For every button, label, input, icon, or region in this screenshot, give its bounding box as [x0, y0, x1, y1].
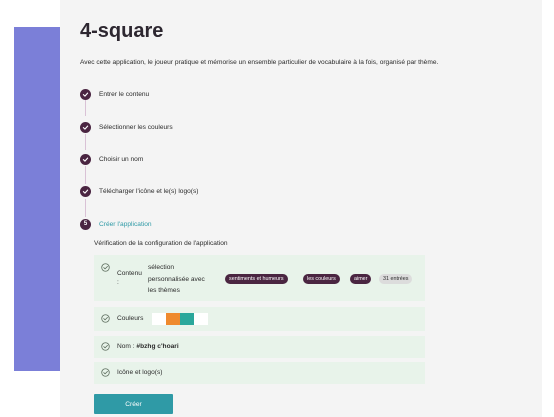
check-circle-outline-icon	[101, 314, 110, 323]
theme-tag: aimer	[350, 274, 372, 284]
content-selection-text: les thèmes	[148, 287, 180, 294]
color-swatch	[152, 313, 166, 325]
step-create-app[interactable]: 5 Créer l'application	[80, 218, 152, 230]
step-select-colors[interactable]: Sélectionner les couleurs	[80, 121, 173, 133]
check-circle-icon	[80, 153, 91, 165]
check-circle-outline-icon	[101, 263, 110, 272]
step-connector	[85, 100, 86, 116]
icons-label: Icône et logo(s)	[117, 369, 163, 376]
step-connector	[85, 199, 86, 217]
content-label-colon: :	[117, 279, 119, 286]
step-enter-content[interactable]: Entrer le contenu	[80, 88, 149, 100]
step-connector	[85, 134, 86, 150]
check-circle-icon	[80, 121, 91, 133]
step-label: Télécharger l'icône et le(s) logo(s)	[99, 187, 199, 195]
step-label: Entrer le contenu	[99, 90, 150, 98]
content-label: Contenu	[117, 270, 142, 277]
left-sidebar-band	[14, 27, 60, 371]
theme-tag: sentiments et humeurs	[225, 274, 288, 284]
step-choose-name[interactable]: Choisir un nom	[80, 153, 143, 165]
check-circle-icon	[80, 185, 91, 197]
step-label: Créer l'application	[99, 220, 152, 228]
page-title: 4-square	[80, 20, 164, 42]
step-number-badge: 5	[80, 218, 91, 230]
step-label: Sélectionner les couleurs	[99, 123, 173, 131]
content-selection-text: sélection	[148, 264, 175, 271]
check-circle-outline-icon	[101, 342, 110, 351]
verification-title: Vérification de la configuration de l'ap…	[94, 240, 228, 247]
content-selection-text: personnalisée avec	[148, 276, 205, 283]
step-number: 5	[83, 221, 88, 227]
name-summary: Nom : #bzhg c'hoari	[117, 343, 179, 350]
color-swatch	[194, 313, 208, 325]
theme-tag: les couleurs	[303, 274, 340, 284]
entries-count-badge: 31 entrées	[379, 274, 413, 284]
page-frame: 4-square Avec cette application, le joue…	[0, 0, 554, 417]
color-swatch	[166, 313, 180, 325]
check-circle-icon	[80, 88, 91, 100]
page-description: Avec cette application, le joueur pratiq…	[80, 59, 439, 66]
color-swatch	[180, 313, 194, 325]
step-upload-icon-logos[interactable]: Télécharger l'icône et le(s) logo(s)	[80, 185, 198, 197]
step-label: Choisir un nom	[99, 155, 144, 163]
app-name-value: #bzhg c'hoari	[136, 343, 179, 350]
create-button[interactable]: Créer	[94, 394, 173, 414]
color-swatches	[152, 313, 208, 325]
colors-label: Couleurs	[117, 315, 144, 322]
check-circle-outline-icon	[101, 368, 110, 377]
colors-summary-card	[94, 307, 425, 331]
step-connector	[85, 166, 86, 184]
name-label: Nom :	[117, 343, 137, 350]
